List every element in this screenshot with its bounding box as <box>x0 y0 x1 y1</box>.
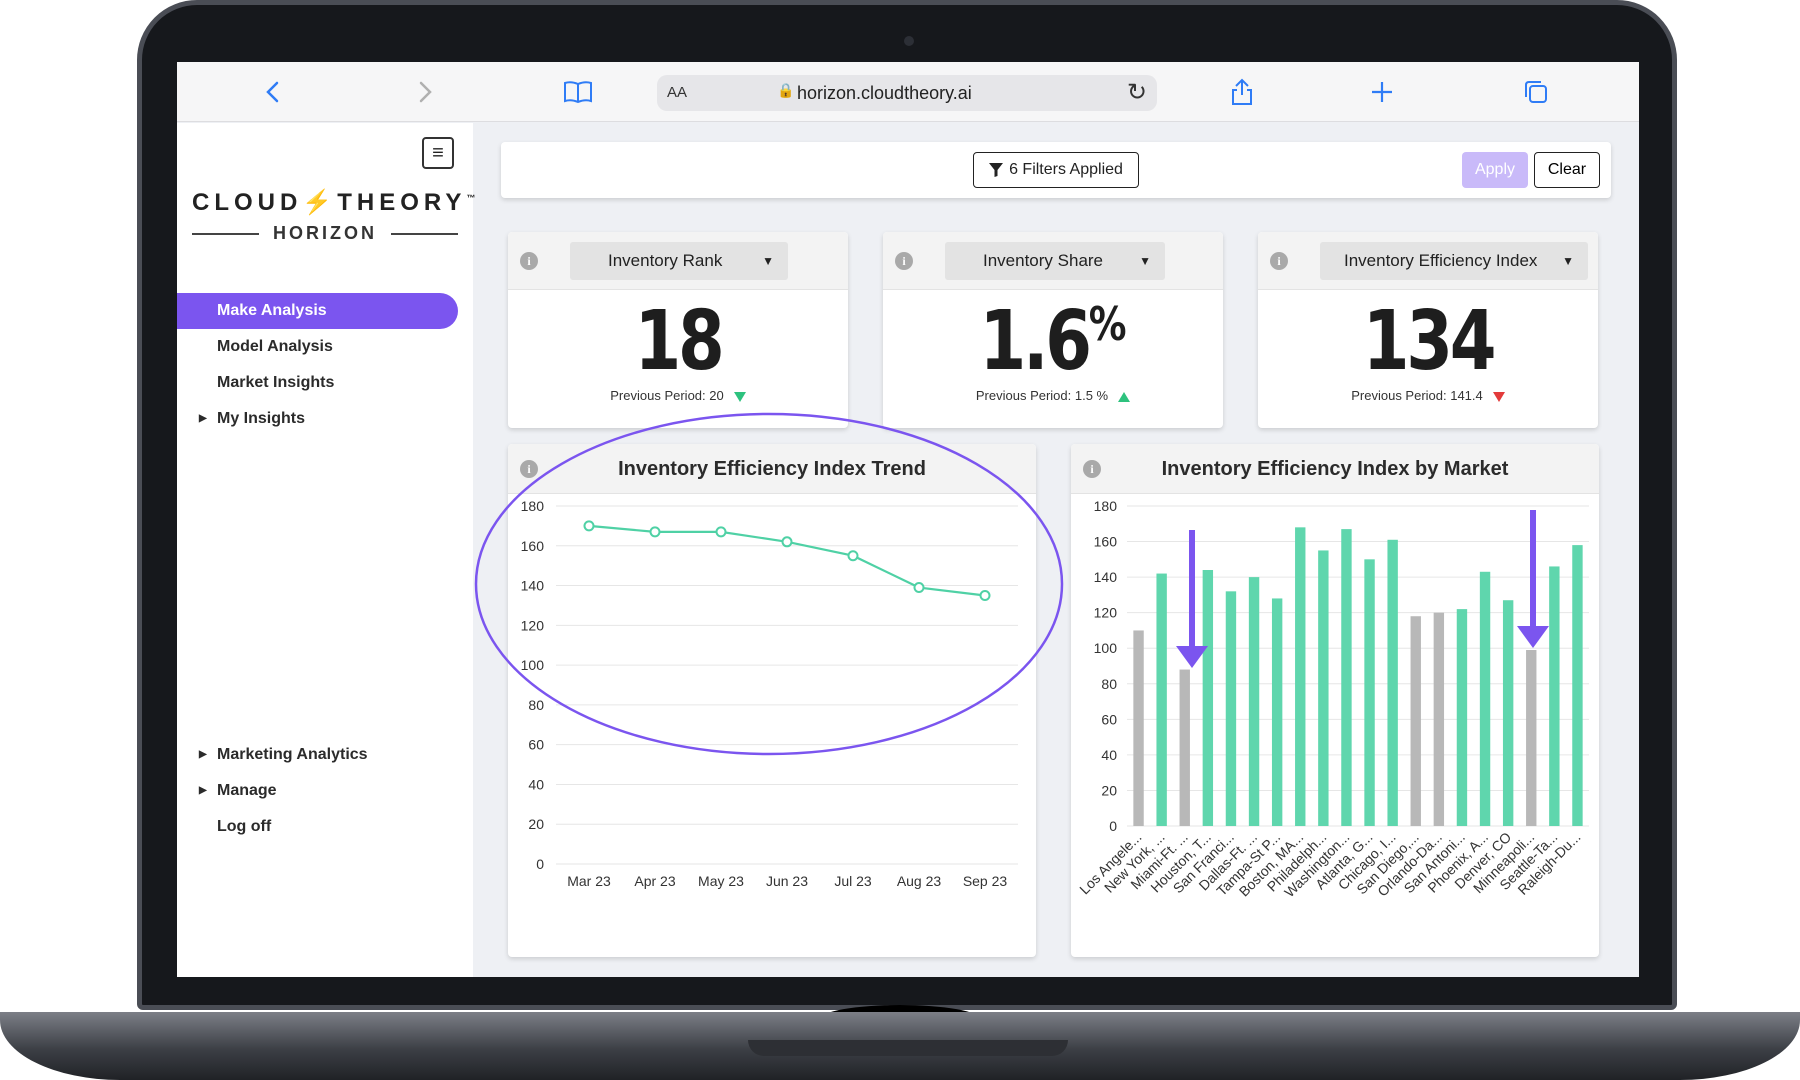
trackpad-notch <box>748 1040 1068 1056</box>
highlight-ellipse <box>474 412 1064 756</box>
screen: AA 🔒 horizon.cloudtheory.ai ↻ ≡ CLOUD⚡THE… <box>177 62 1639 977</box>
arrow-icon <box>1517 510 1549 648</box>
arrow-icon <box>1176 530 1208 668</box>
camera-icon <box>904 36 914 46</box>
annotation-overlay <box>474 412 1549 756</box>
